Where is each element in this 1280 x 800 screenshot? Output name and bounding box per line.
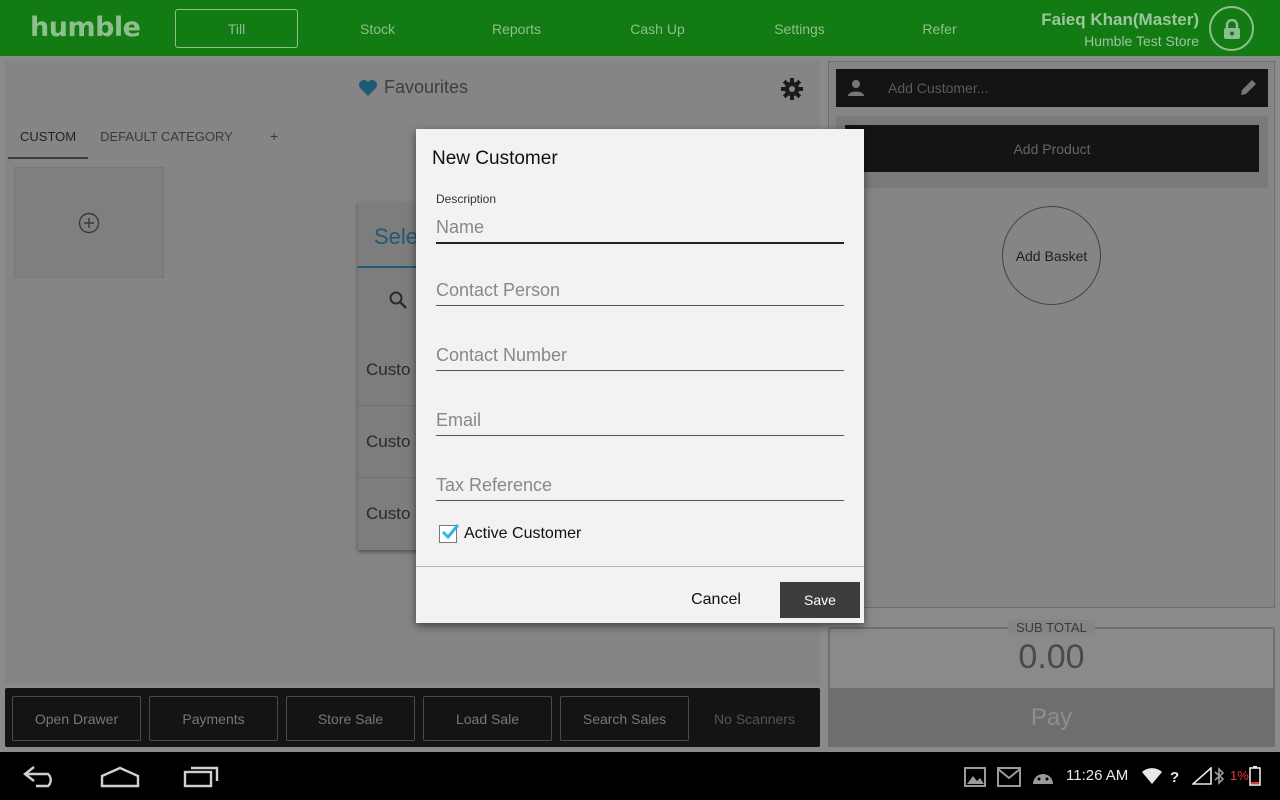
active-customer-checkbox[interactable] [439,524,460,543]
cancel-button[interactable]: Cancel [672,582,760,618]
tab-default-category[interactable]: DEFAULT CATEGORY [88,122,245,159]
mail-icon [997,767,1021,787]
recent-apps-icon[interactable] [183,766,219,788]
clock: 11:26 AM [1066,767,1129,784]
category-tabs: CUSTOM DEFAULT CATEGORY [8,122,245,159]
battery-percent: 1% [1230,768,1249,783]
active-customer-row: Active Customer [439,524,582,543]
active-customer-label: Active Customer [464,525,582,542]
save-button[interactable]: Save [780,582,860,618]
heart-icon [359,79,377,96]
bluetooth-icon [1214,767,1225,785]
nav-stock[interactable]: Stock [316,9,439,48]
nav-till[interactable]: Till [175,9,298,48]
email-field[interactable]: Email [436,410,844,436]
lock-icon [1223,18,1240,39]
checkmark-icon [441,524,460,540]
contact-person-field[interactable]: Contact Person [436,280,844,306]
select-customer-title: Sele [374,224,419,249]
top-bar: humble Till Stock Reports Cash Up Settin… [0,0,1280,56]
back-icon[interactable] [22,764,60,788]
tax-reference-field[interactable]: Tax Reference [436,475,844,501]
dialog-title: New Customer [432,148,558,169]
cell-signal-icon [1192,767,1212,785]
favourites-header: Favourites [358,77,468,98]
payments-button[interactable]: Payments [149,696,278,741]
add-basket-button[interactable]: Add Basket [1002,206,1101,305]
name-field[interactable]: Name [436,217,844,244]
user-name: Faieq Khan(Master) [1041,10,1199,29]
add-tab-button[interactable]: + [270,128,278,144]
add-favourite-tile[interactable] [14,167,164,278]
android-icon [1033,774,1053,784]
search-icon [389,291,407,309]
add-customer-bar[interactable]: Add Customer... [836,69,1268,107]
tab-custom[interactable]: CUSTOM [8,122,89,159]
description-label: Description [436,192,497,206]
customer-search[interactable] [388,290,408,315]
store-name: Humble Test Store [1084,33,1199,49]
store-sale-button[interactable]: Store Sale [286,696,415,741]
plus-circle-icon [78,212,100,233]
nav-reports[interactable]: Reports [455,9,578,48]
dialog-divider [416,566,864,567]
signal-question-icon: ? [1170,769,1179,785]
search-sales-button[interactable]: Search Sales [560,696,689,741]
subtotal-value: 0.00 [1018,638,1085,676]
gallery-icon [964,767,986,787]
wifi-icon [1142,768,1162,784]
scanner-status: No Scanners [714,710,795,727]
lock-button[interactable] [1209,6,1254,51]
pay-button[interactable]: Pay [828,688,1275,747]
favourites-title: Favourites [384,77,469,97]
gear-icon [781,78,803,100]
pencil-icon[interactable] [1238,78,1258,98]
app-logo: humble [30,12,141,43]
svg-text:?: ? [1170,769,1179,785]
home-icon[interactable] [100,766,140,788]
nav-settings[interactable]: Settings [738,9,861,48]
contact-number-field[interactable]: Contact Number [436,345,844,371]
add-product-button[interactable]: Add Product [845,125,1259,172]
nav-refer[interactable]: Refer [878,9,1001,48]
person-icon [848,80,864,96]
add-customer-placeholder: Add Customer... [888,80,989,96]
action-bar: Open Drawer Payments Store Sale Load Sal… [5,688,820,747]
new-customer-dialog: New Customer Description Name Contact Pe… [416,129,864,623]
battery-icon [1249,766,1261,786]
nav-cash-up[interactable]: Cash Up [596,9,719,48]
open-drawer-button[interactable]: Open Drawer [12,696,141,741]
favourites-settings-button[interactable] [780,77,804,106]
load-sale-button[interactable]: Load Sale [423,696,552,741]
subtotal-label: SUB TOTAL [1008,620,1095,635]
